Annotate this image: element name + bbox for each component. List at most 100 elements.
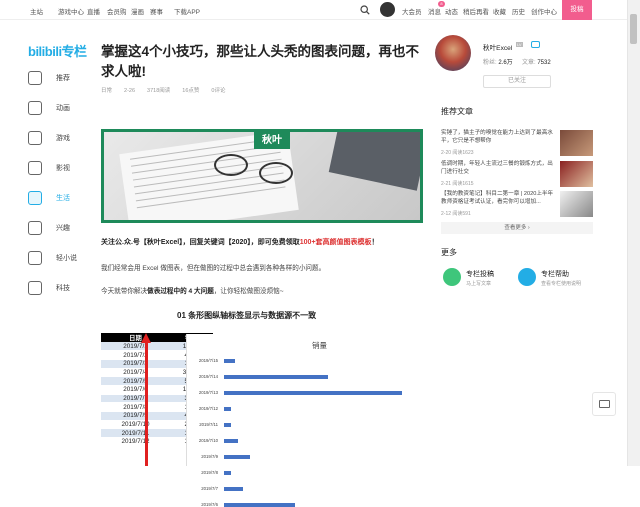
sidebar-item[interactable]: 影视 bbox=[28, 159, 88, 179]
nav-item[interactable]: 赛事 bbox=[150, 6, 163, 16]
chat-button[interactable] bbox=[592, 392, 616, 416]
nav-item[interactable]: 下载APP bbox=[174, 6, 200, 16]
sidebar-item[interactable]: 兴趣 bbox=[28, 219, 88, 239]
chart-bar bbox=[224, 471, 232, 475]
help-icon[interactable] bbox=[518, 268, 536, 286]
recommend-title[interactable]: 【我的教资笔记】科目二第一章 | 2020上半年教师资格证考试认证，看完你可以增… bbox=[441, 191, 556, 206]
sidebar-item-label: 生活 bbox=[56, 195, 70, 202]
user-avatar[interactable] bbox=[380, 2, 395, 17]
arrow-head-icon bbox=[141, 333, 151, 343]
chart-bar bbox=[224, 423, 232, 427]
write-article-icon[interactable] bbox=[443, 268, 461, 286]
novel-icon bbox=[28, 251, 42, 265]
nav-item[interactable]: 直播 bbox=[87, 6, 100, 16]
chart-tick-label: 2019/7/8 bbox=[201, 470, 218, 475]
glasses-image bbox=[214, 154, 248, 176]
column-logo[interactable]: bilibili专栏 bbox=[28, 41, 87, 60]
sidebar-item[interactable]: 科技 bbox=[28, 279, 88, 299]
recommend-thumbnail[interactable] bbox=[560, 130, 593, 156]
sidebar-item-label: 推荐 bbox=[56, 75, 70, 82]
table-cell: 2019/7/12 bbox=[101, 437, 170, 447]
sidebar-item[interactable]: 生活 bbox=[28, 189, 88, 209]
chart-bar bbox=[224, 455, 251, 459]
chart-tick-label: 2019/7/13 bbox=[198, 390, 218, 395]
follow-button[interactable]: 已关注 bbox=[483, 75, 551, 88]
author-fans: 粉丝: 2.6万 bbox=[483, 60, 513, 66]
write-article-link[interactable]: 专栏投稿 bbox=[466, 269, 494, 279]
chart-bar bbox=[224, 359, 235, 363]
chart-tick-label: 2019/7/15 bbox=[198, 358, 218, 363]
more-heading: 更多 bbox=[441, 248, 457, 257]
chart-tick-label: 2019/7/10 bbox=[198, 438, 218, 443]
chart-bar bbox=[224, 439, 238, 443]
recommend-date: 2-12 阅读591 bbox=[441, 211, 471, 217]
nav-item[interactable]: 游戏中心 bbox=[58, 6, 84, 16]
article-meta: 日常 2-26 3718阅读 16点赞 0评论 bbox=[101, 86, 237, 94]
sidebar-item-label: 科技 bbox=[56, 285, 70, 292]
sidebar-item[interactable]: 轻小说 bbox=[28, 249, 88, 269]
nav-right-item[interactable]: 动态 bbox=[445, 6, 458, 16]
sidebar-item-label: 动画 bbox=[56, 105, 70, 112]
recommend-thumbnail[interactable] bbox=[560, 161, 593, 187]
author-level-badge: LV bbox=[516, 42, 523, 47]
animation-icon bbox=[28, 101, 42, 115]
meta-item: 16点赞 bbox=[182, 88, 200, 94]
chart-bar bbox=[224, 487, 243, 491]
nav-right-item[interactable]: 收藏 bbox=[493, 6, 506, 16]
paragraph-promo: 关注公.众.号【秋叶Excel】，回复关键词【2020】，即可免费领取100+套… bbox=[101, 239, 379, 246]
scrollbar-thumb[interactable] bbox=[630, 14, 637, 44]
paragraph-intro-2: 今天就带你解决做表过程中的 4 大问题，让你轻松做图没烦恼~ bbox=[101, 288, 284, 295]
recommend-thumbnail[interactable] bbox=[560, 191, 593, 217]
meta-item: 日常 bbox=[101, 88, 113, 94]
write-article-sub: 马上写文章 bbox=[466, 281, 492, 287]
sidebar-item[interactable]: 推荐 bbox=[28, 69, 88, 89]
search-icon[interactable] bbox=[360, 5, 370, 15]
table-cell: 2019/7/5 bbox=[101, 376, 170, 386]
sidebar-item[interactable]: 动画 bbox=[28, 99, 88, 119]
nav-item[interactable]: 主站 bbox=[30, 6, 43, 16]
help-link[interactable]: 专栏帮助 bbox=[541, 269, 569, 279]
table-header: 日期 bbox=[101, 333, 170, 342]
article-title: 掌握这4个小技巧，那些让人头秃的图表问题，再也不求人啦! bbox=[101, 44, 420, 79]
table-cell: 2019/7/2 bbox=[101, 350, 170, 360]
meta-item: 3718阅读 bbox=[147, 88, 171, 94]
nav-right-item[interactable]: 历史 bbox=[512, 6, 525, 16]
game-icon bbox=[28, 131, 42, 145]
chart-bar bbox=[224, 407, 232, 411]
table-cell: 2019/7/8 bbox=[101, 402, 170, 412]
sidebar-item[interactable]: 游戏 bbox=[28, 129, 88, 149]
table-cell: 2019/7/3 bbox=[101, 359, 170, 369]
chat-icon bbox=[599, 400, 610, 408]
nav-right-item[interactable]: 大会员 bbox=[402, 6, 422, 16]
upload-button[interactable]: 投稿 bbox=[562, 0, 592, 20]
nav-item[interactable]: 漫画 bbox=[131, 6, 144, 16]
author-avatar[interactable] bbox=[435, 35, 471, 71]
bar-chart: 销量 2019/7/15 2019/7/14 2019/7/13 2019/7/12 2… bbox=[186, 334, 424, 507]
recommend-title[interactable]: 低调时期，年轻人主流过三餐的锻炼方式，出门进行社交 bbox=[441, 161, 556, 176]
sidebar-item-label: 影视 bbox=[56, 165, 70, 172]
nav-right-item[interactable]: 消息 bbox=[428, 6, 441, 16]
meta-item: 2-26 bbox=[124, 88, 136, 94]
chart-tick-label: 2019/7/9 bbox=[201, 454, 218, 459]
scrollbar[interactable] bbox=[627, 0, 640, 466]
help-sub: 查看专栏使用说明 bbox=[541, 281, 582, 287]
nav-right-item[interactable]: 稍后再看 bbox=[463, 6, 489, 16]
recommend-date: 2-21 阅读1615 bbox=[441, 181, 474, 187]
author-name[interactable]: 秋叶Excel bbox=[483, 42, 512, 52]
sidebar-item-label: 兴趣 bbox=[56, 225, 70, 232]
table-cell: 2019/7/9 bbox=[101, 411, 170, 421]
section-heading: 01 条形图纵轴标签显示与数据源不一致 bbox=[177, 311, 317, 320]
table-cell: 2019/7/4 bbox=[101, 368, 170, 378]
film-icon bbox=[28, 161, 42, 175]
nav-right-item[interactable]: 创作中心 bbox=[531, 6, 557, 16]
nav-item[interactable]: 会员购 bbox=[107, 6, 127, 16]
recommend-title[interactable]: 实锤了，猫主子的嗅觉在能力上达到了最高水平，它只是不想帮你 bbox=[441, 130, 556, 145]
recommend-heading: 推荐文章 bbox=[441, 107, 473, 116]
chart-tick-label: 2019/7/12 bbox=[198, 406, 218, 411]
charge-icon[interactable] bbox=[531, 41, 540, 48]
chart-title: 销量 bbox=[312, 341, 327, 350]
see-more-button[interactable]: 查看更多 › bbox=[441, 222, 593, 234]
chart-tick-label: 2019/7/6 bbox=[201, 502, 218, 507]
glasses-image bbox=[259, 162, 293, 184]
interest-icon bbox=[28, 221, 42, 235]
